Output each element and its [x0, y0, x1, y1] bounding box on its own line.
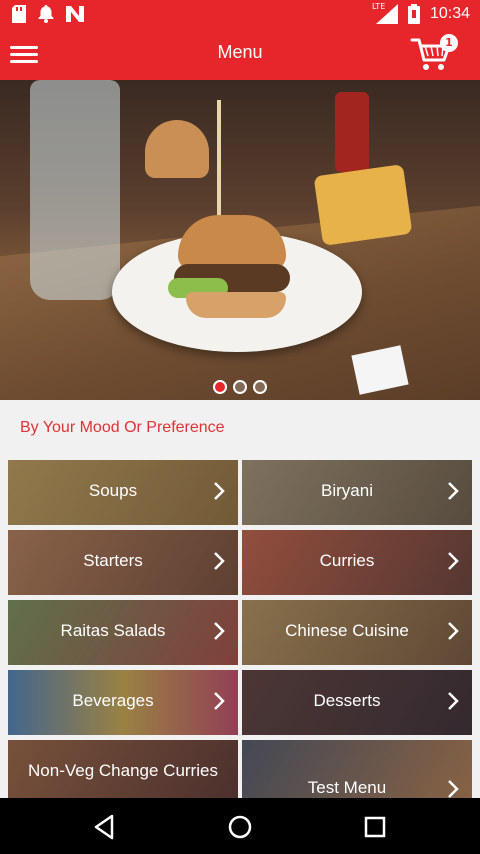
- chevron-right-icon: [214, 622, 225, 640]
- carousel-dot-1[interactable]: [213, 380, 227, 394]
- category-tile-chinese-cuisine[interactable]: Chinese Cuisine: [242, 600, 472, 665]
- category-tile-beverages[interactable]: Beverages: [8, 670, 238, 735]
- category-label: Raitas Salads: [60, 621, 166, 640]
- signal-icon: LTE: [372, 2, 398, 24]
- chevron-right-icon: [448, 552, 459, 570]
- category-label: Desserts: [313, 691, 381, 710]
- chevron-right-icon: [448, 622, 459, 640]
- category-label: Soups: [88, 481, 138, 500]
- notification-bell-icon: [38, 5, 54, 23]
- app-bar: Menu 1: [0, 30, 480, 80]
- category-label: Starters: [83, 551, 143, 570]
- category-tile-biryani[interactable]: Biryani: [242, 460, 472, 525]
- chevron-right-icon: [448, 482, 459, 500]
- chevron-right-icon: [214, 482, 225, 500]
- cart-button[interactable]: 1: [410, 34, 458, 74]
- category-tile-curries[interactable]: Curries: [242, 530, 472, 595]
- system-navigation-bar: [0, 798, 480, 854]
- clock: 10:34: [429, 5, 470, 22]
- chevron-right-icon: [214, 552, 225, 570]
- page-title: Menu: [217, 42, 263, 62]
- category-label: Curries: [319, 551, 375, 570]
- category-tile-test-menu[interactable]: Test Menu: [242, 740, 472, 805]
- home-icon[interactable]: [225, 812, 255, 842]
- category-tile-desserts[interactable]: Desserts: [242, 670, 472, 735]
- hero-carousel[interactable]: [0, 80, 480, 400]
- category-tile-starters[interactable]: Starters: [8, 530, 238, 595]
- chevron-right-icon: [214, 692, 225, 710]
- chevron-right-icon: [448, 692, 459, 710]
- status-bar: LTE 10:34: [0, 0, 480, 30]
- sd-card-icon: [12, 5, 26, 23]
- category-label: Non-Veg Change Curries: [28, 761, 218, 780]
- category-tile-non-veg-change-curries[interactable]: Non-Veg Change Curries: [8, 740, 238, 805]
- back-icon[interactable]: [90, 812, 120, 842]
- network-label: LTE: [371, 2, 386, 11]
- chevron-right-icon: [448, 780, 459, 798]
- category-label: Beverages: [72, 691, 154, 710]
- app-n-icon: [66, 6, 84, 22]
- category-label: Test Menu: [307, 778, 387, 797]
- category-tile-raitas-salads[interactable]: Raitas Salads: [8, 600, 238, 665]
- category-grid: Soups Biryani Starters Curries Raitas Sa…: [8, 460, 472, 805]
- battery-icon: [407, 4, 420, 24]
- carousel-dot-3[interactable]: [253, 380, 267, 394]
- carousel-dot-2[interactable]: [233, 380, 247, 394]
- carousel-indicator: [0, 380, 480, 394]
- section-title: By Your Mood Or Preference: [20, 419, 225, 436]
- category-label: Chinese Cuisine: [285, 621, 409, 640]
- recent-apps-icon[interactable]: [360, 812, 390, 842]
- cart-count-badge: 1: [440, 34, 458, 52]
- category-label: Biryani: [321, 481, 373, 500]
- category-tile-soups[interactable]: Soups: [8, 460, 238, 525]
